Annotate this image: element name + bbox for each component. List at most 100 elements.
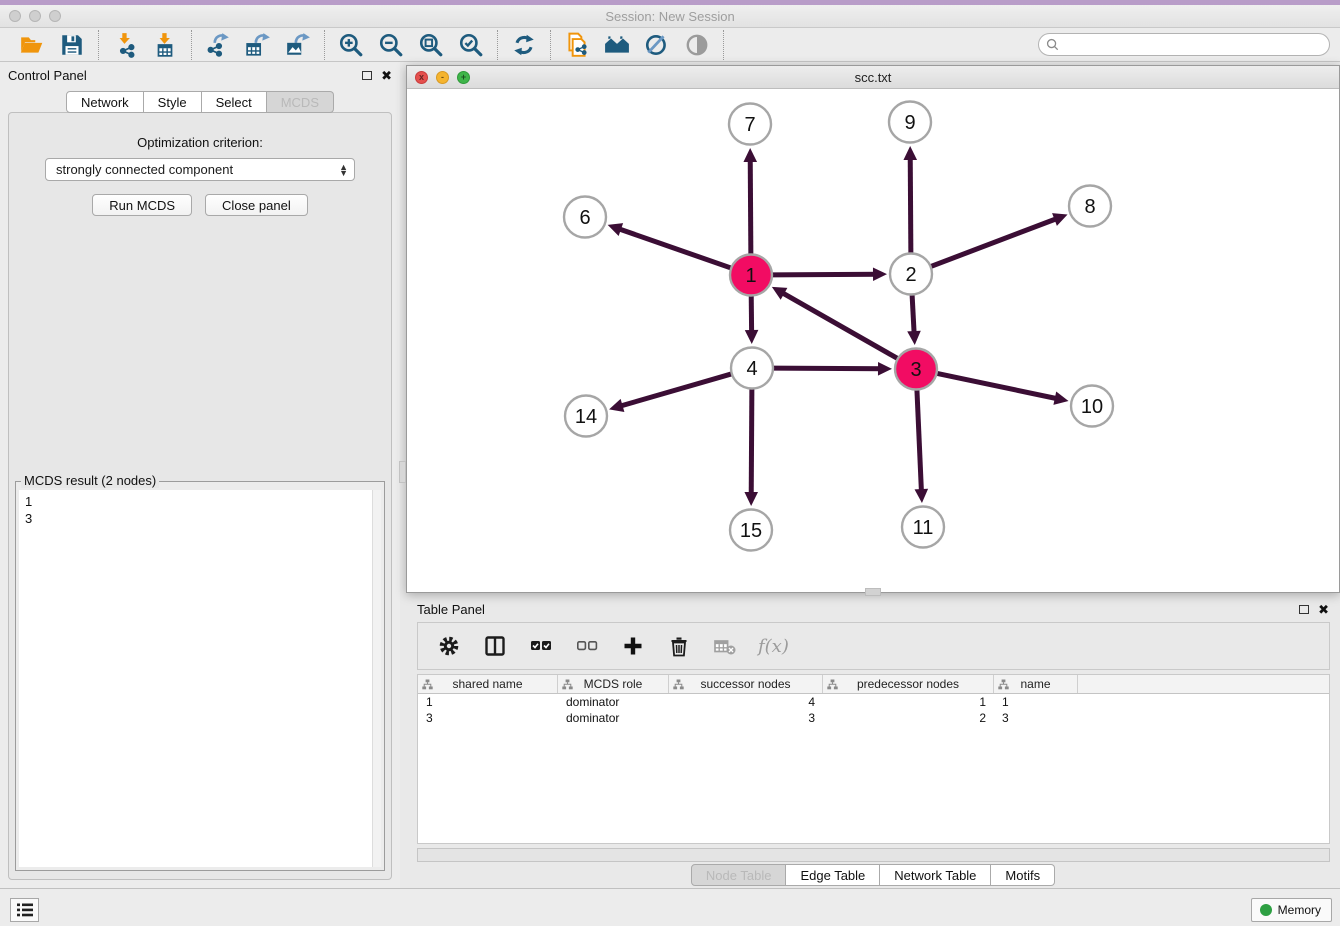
table-row[interactable]: 3dominator323 <box>418 710 1329 726</box>
table-panel-header: Table Panel ✖ <box>406 596 1340 622</box>
column-header-successor-nodes[interactable]: successor nodes <box>669 675 823 693</box>
zoom-selected-icon[interactable] <box>453 30 489 60</box>
tab-network[interactable]: Network <box>66 91 144 113</box>
edge-3-11[interactable] <box>917 390 922 496</box>
apply-layout-icon[interactable] <box>506 30 542 60</box>
tab-select[interactable]: Select <box>202 91 267 113</box>
save-session-icon[interactable] <box>54 30 90 60</box>
task-history-button[interactable] <box>10 898 39 922</box>
zoom-out-icon[interactable] <box>373 30 409 60</box>
tab-edge-table[interactable]: Edge Table <box>786 864 880 886</box>
search-box[interactable] <box>1038 33 1330 56</box>
float-table-panel-icon[interactable] <box>1299 605 1309 614</box>
node-label-9: 9 <box>904 112 915 134</box>
edge-arrow-1-4 <box>745 330 759 344</box>
edge-2-9[interactable] <box>910 153 911 253</box>
table-row[interactable]: 1dominator411 <box>418 694 1329 710</box>
column-header-name[interactable]: name <box>994 675 1078 693</box>
graph-node-4[interactable]: 4 <box>731 348 773 389</box>
edge-4-3[interactable] <box>773 368 885 369</box>
node-table[interactable]: shared name MCDS role successor nodes pr… <box>417 674 1330 844</box>
birds-eye-icon[interactable] <box>679 30 715 60</box>
result-scrollbar[interactable] <box>372 490 381 867</box>
graph-node-6[interactable]: 6 <box>564 197 606 238</box>
select-all-icon[interactable] <box>528 633 554 659</box>
table-panel: Table Panel ✖ f(x) shared name MCDS role… <box>406 596 1340 888</box>
close-table-panel-icon[interactable]: ✖ <box>1318 603 1329 616</box>
toolbar-group <box>6 30 98 60</box>
status-bar: Memory <box>0 888 1340 926</box>
graph-node-1[interactable]: 1 <box>730 255 772 296</box>
edge-1-7[interactable] <box>750 155 751 254</box>
list-icon <box>16 902 34 918</box>
edge-4-14[interactable] <box>616 374 732 408</box>
tab-node-table[interactable]: Node Table <box>691 864 787 886</box>
optimization-criterion-dropdown[interactable]: strongly connected component ▲▼ <box>45 158 355 181</box>
edge-arrow-2-3 <box>907 331 921 345</box>
edge-4-15[interactable] <box>751 389 752 499</box>
edge-3-1[interactable] <box>778 290 898 358</box>
table-panel-title: Table Panel <box>417 602 485 617</box>
tab-style[interactable]: Style <box>144 91 202 113</box>
close-panel-icon[interactable]: ✖ <box>381 69 392 82</box>
network-window-titlebar[interactable]: scc.txt x - + <box>407 66 1339 89</box>
zoom-fit-icon[interactable] <box>413 30 449 60</box>
home-icon[interactable] <box>599 30 635 60</box>
graph-node-2[interactable]: 2 <box>890 254 932 295</box>
column-header-shared-name[interactable]: shared name <box>418 675 558 693</box>
table-cell: dominator <box>558 694 669 710</box>
import-network-icon[interactable] <box>107 30 143 60</box>
edge-2-8[interactable] <box>931 217 1061 267</box>
table-cell: 1 <box>994 694 1078 710</box>
gear-icon[interactable] <box>436 633 462 659</box>
node-label-3: 3 <box>910 359 921 381</box>
run-mcds-button[interactable]: Run MCDS <box>92 194 192 216</box>
edge-3-10[interactable] <box>937 373 1062 399</box>
delete-column-icon[interactable] <box>666 633 692 659</box>
float-panel-icon[interactable] <box>362 71 372 80</box>
column-header-predecessor-nodes[interactable]: predecessor nodes <box>823 675 994 693</box>
memory-button[interactable]: Memory <box>1251 898 1332 922</box>
zoom-network-icon[interactable]: + <box>457 71 470 84</box>
node-label-4: 4 <box>746 358 757 380</box>
network-canvas[interactable]: 1 2 3 4 6 7 8 9 10 11 14 15 <box>407 89 1339 592</box>
graph-node-7[interactable]: 7 <box>729 104 771 145</box>
columns-icon[interactable] <box>482 633 508 659</box>
close-network-icon[interactable]: x <box>415 71 428 84</box>
graph-node-8[interactable]: 8 <box>1069 186 1111 227</box>
export-image-icon[interactable] <box>280 30 316 60</box>
add-column-icon[interactable] <box>620 633 646 659</box>
column-header-MCDS-role[interactable]: MCDS role <box>558 675 669 693</box>
tab-motifs[interactable]: Motifs <box>991 864 1055 886</box>
open-session-icon[interactable] <box>14 30 50 60</box>
edge-1-6[interactable] <box>614 227 731 268</box>
horizontal-splitter-handle[interactable] <box>865 588 881 596</box>
hide-graphics-icon[interactable] <box>639 30 675 60</box>
edge-arrow-3-10 <box>1053 392 1068 405</box>
graph-node-10[interactable]: 10 <box>1071 386 1113 427</box>
network-graph[interactable]: 1 2 3 4 6 7 8 9 10 11 14 15 <box>407 89 1339 592</box>
table-scrollbar[interactable] <box>417 848 1330 862</box>
mcds-result-area[interactable]: 1 3 <box>19 490 381 867</box>
graph-node-11[interactable]: 11 <box>902 507 944 548</box>
search-input[interactable] <box>1063 38 1329 52</box>
graph-node-9[interactable]: 9 <box>889 102 931 143</box>
tab-mcds[interactable]: MCDS <box>267 91 334 113</box>
fx-icon[interactable]: f(x) <box>758 636 789 657</box>
import-table-icon[interactable] <box>147 30 183 60</box>
delete-table-icon[interactable] <box>712 633 738 659</box>
table-cell: 3 <box>418 710 558 726</box>
zoom-in-icon[interactable] <box>333 30 369 60</box>
unselect-all-icon[interactable] <box>574 633 600 659</box>
graph-node-15[interactable]: 15 <box>730 510 772 551</box>
clone-network-icon[interactable] <box>559 30 595 60</box>
export-table-icon[interactable] <box>240 30 276 60</box>
minimize-network-icon[interactable]: - <box>436 71 449 84</box>
vertical-splitter-handle[interactable] <box>399 461 406 483</box>
close-panel-button[interactable]: Close panel <box>205 194 308 216</box>
graph-node-14[interactable]: 14 <box>565 396 607 437</box>
tab-network-table[interactable]: Network Table <box>880 864 991 886</box>
edge-1-2[interactable] <box>772 274 880 275</box>
export-network-icon[interactable] <box>200 30 236 60</box>
graph-node-3[interactable]: 3 <box>895 349 937 390</box>
